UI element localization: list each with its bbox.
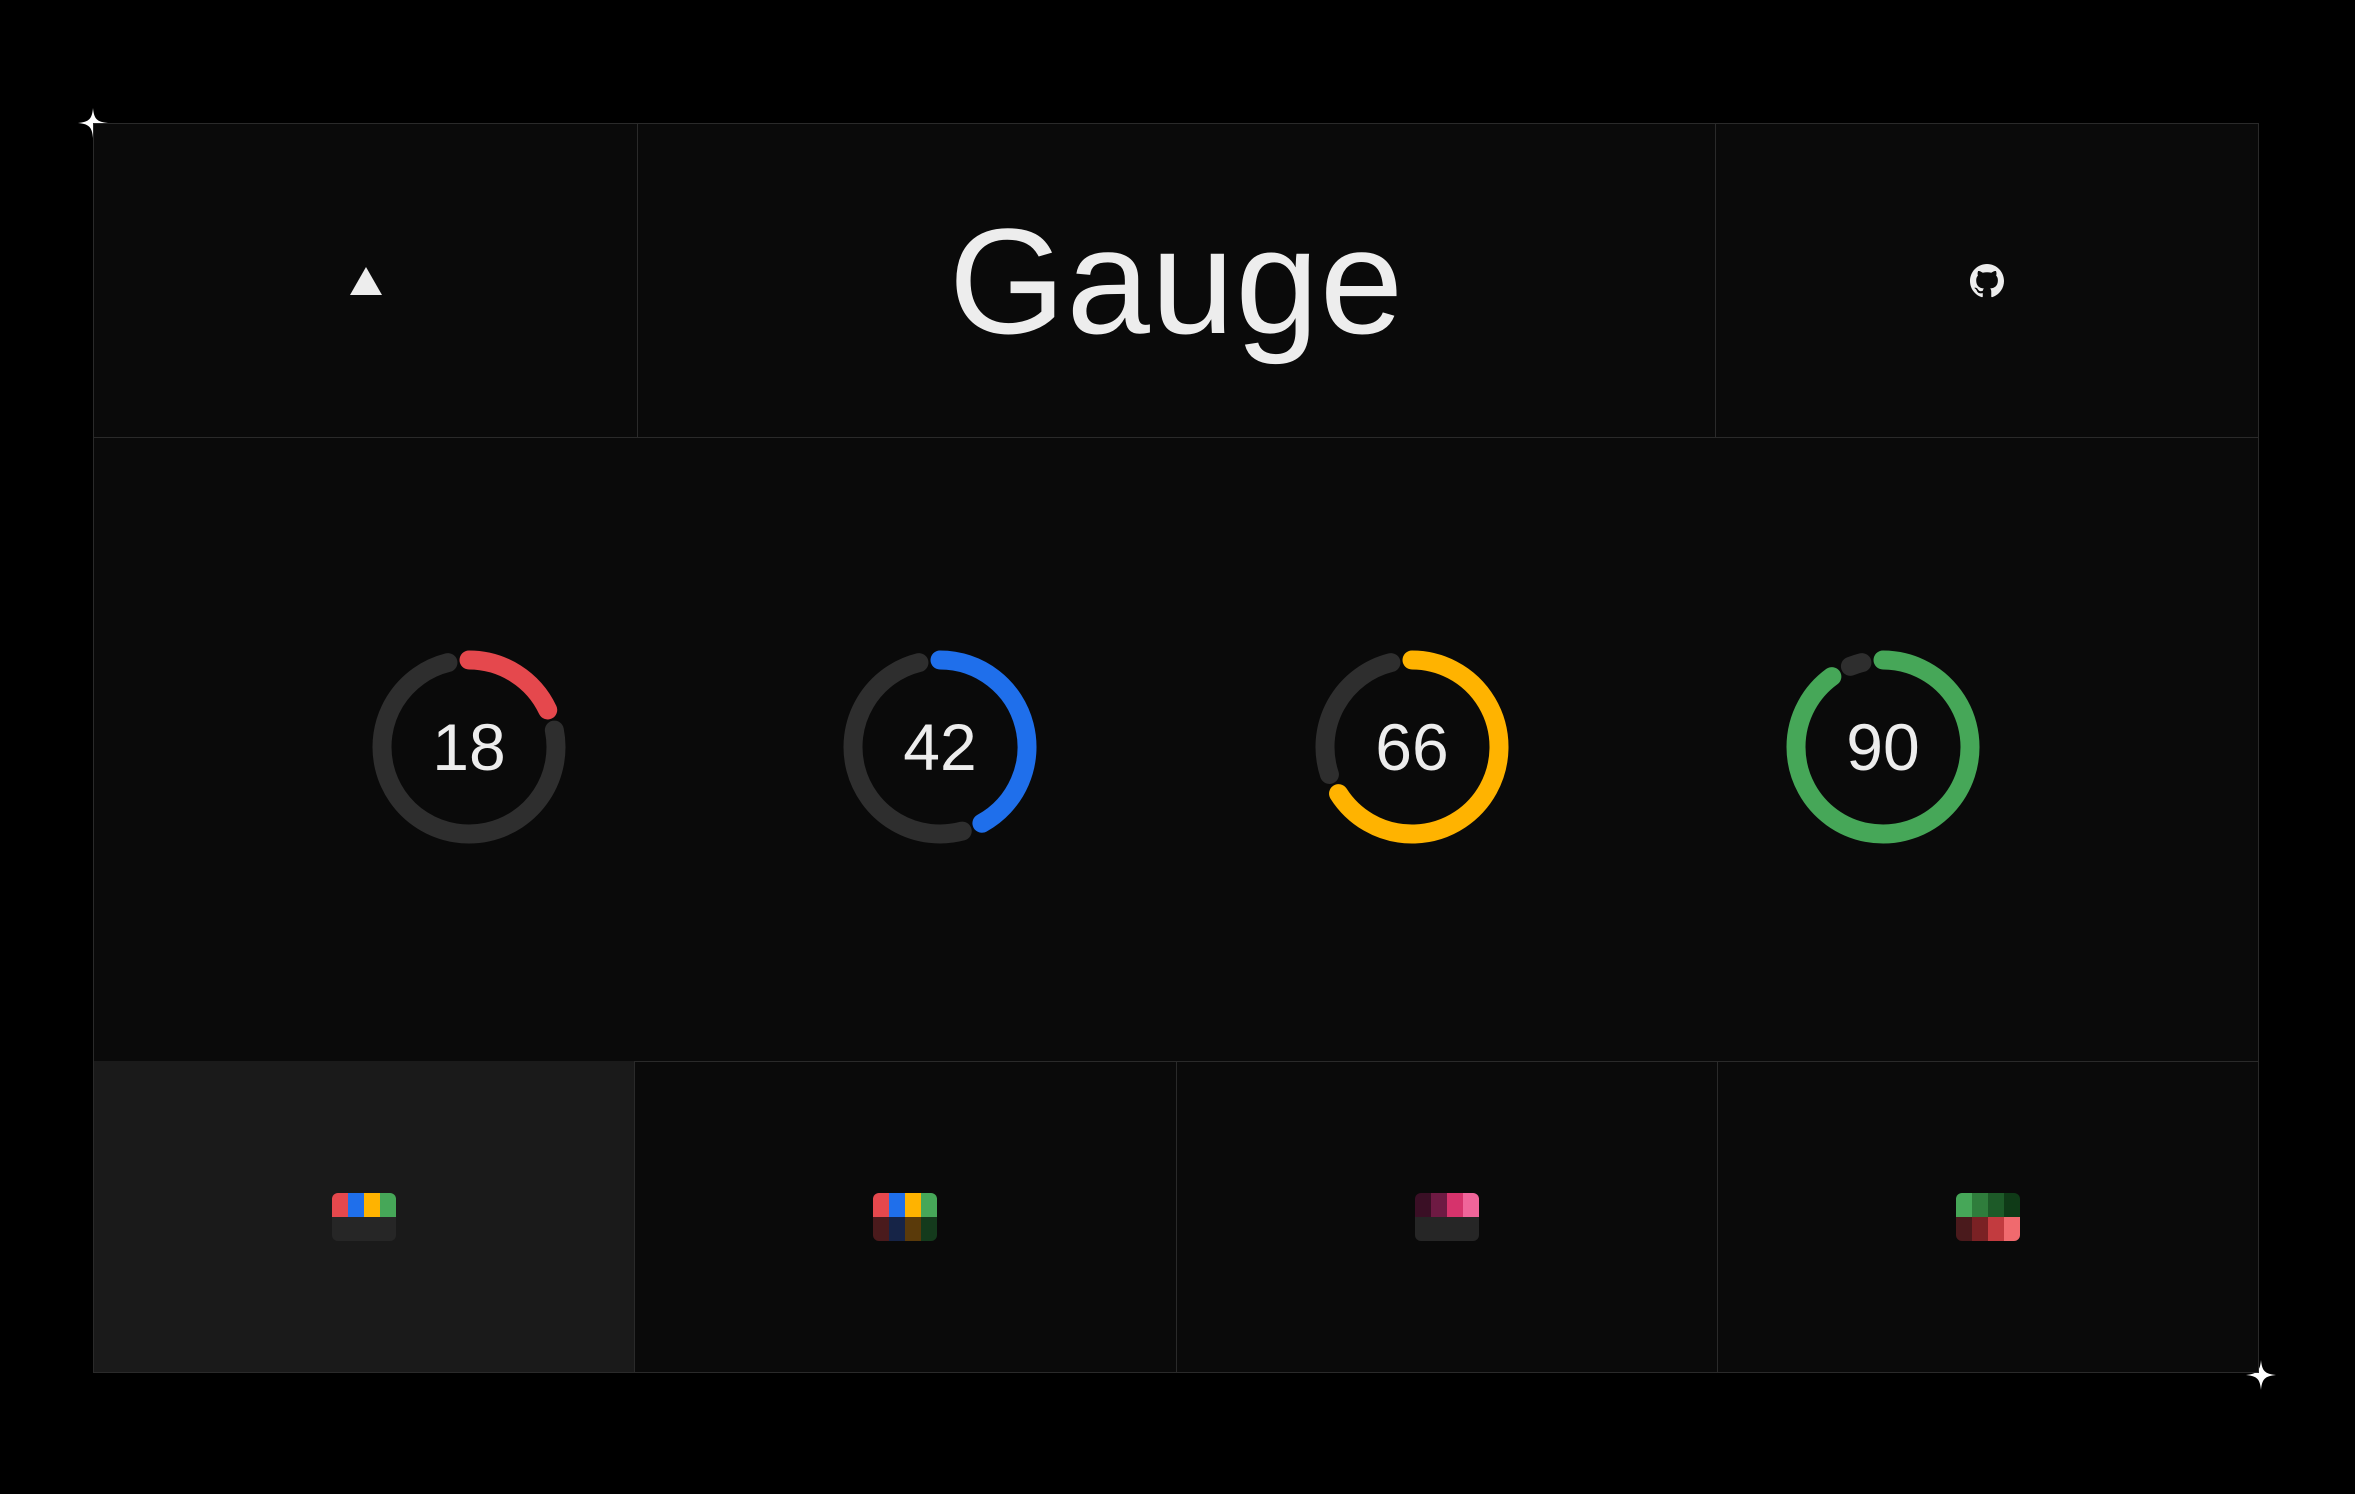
gauges-container: 18 42 66 90 [94, 437, 2258, 1061]
palette-option-pink[interactable] [1175, 1061, 1717, 1372]
palette-color-chip [921, 1192, 938, 1217]
palette-color-chip [1987, 1192, 2004, 1217]
palette-color-chip [2003, 1216, 2020, 1241]
palette-swatch [873, 1192, 938, 1241]
palette-option-green-red[interactable] [1716, 1061, 2258, 1372]
palette-selector [94, 1061, 2258, 1372]
github-link[interactable] [1715, 124, 2258, 437]
gauge-demo-frame: Gauge 18 42 66 90 [93, 123, 2259, 1373]
palette-color-chip [873, 1192, 890, 1217]
palette-color-chip [1971, 1192, 1988, 1217]
palette-color-chip [2003, 1192, 2020, 1217]
palette-color-chip [1462, 1192, 1479, 1217]
palette-color-chip [1955, 1216, 1972, 1241]
logo-link[interactable] [94, 124, 637, 437]
palette-color-chip [380, 1216, 397, 1241]
palette-color-chip [348, 1216, 365, 1241]
gauge-value: 90 [1846, 710, 1920, 784]
gauge: 90 [1785, 649, 1981, 845]
palette-color-chip [1414, 1216, 1431, 1241]
palette-color-chip [1446, 1192, 1463, 1217]
palette-option-default[interactable] [94, 1061, 635, 1372]
vercel-triangle-icon [349, 266, 383, 296]
palette-swatch [332, 1192, 397, 1241]
palette-color-chip [380, 1192, 397, 1217]
palette-swatch [1414, 1192, 1479, 1241]
palette-color-chip [1414, 1192, 1431, 1217]
palette-color-chip [1462, 1216, 1479, 1241]
palette-color-chip [889, 1192, 906, 1217]
palette-color-chip [332, 1216, 349, 1241]
gauge: 66 [1314, 649, 1510, 845]
palette-color-chip [1446, 1216, 1463, 1241]
gauge: 18 [371, 649, 567, 845]
gauges-section: 18 42 66 90 [94, 437, 2258, 1062]
github-icon [1970, 263, 2004, 298]
palette-color-chip [1430, 1192, 1447, 1217]
palette-color-chip [364, 1192, 381, 1217]
gauge-value: 18 [432, 710, 506, 784]
palette-color-chip [364, 1216, 381, 1241]
page-title: Gauge [948, 196, 1405, 365]
palette-color-chip [348, 1192, 365, 1217]
palette-color-chip [905, 1192, 922, 1217]
palette-color-chip [921, 1216, 938, 1241]
palette-color-chip [1987, 1216, 2004, 1241]
palette-color-chip [873, 1216, 890, 1241]
palette-option-shades[interactable] [634, 1061, 1175, 1372]
palette-color-chip [1430, 1216, 1447, 1241]
palette-swatch [1955, 1192, 2020, 1241]
palette-color-chip [1955, 1192, 1972, 1217]
title-cell: Gauge [637, 124, 1715, 437]
palette-color-chip [332, 1192, 349, 1217]
gauge-value: 42 [903, 710, 977, 784]
header: Gauge [94, 124, 2258, 438]
gauge-value: 66 [1375, 710, 1449, 784]
palette-color-chip [905, 1216, 922, 1241]
gauge: 42 [842, 649, 1038, 845]
palette-color-chip [889, 1216, 906, 1241]
palette-color-chip [1971, 1216, 1988, 1241]
